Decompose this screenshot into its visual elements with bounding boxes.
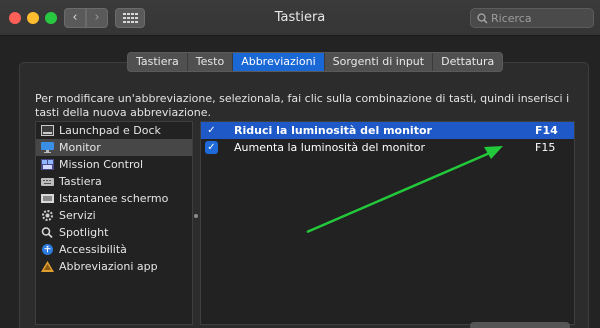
annotation-arrow — [306, 146, 503, 234]
restore-defaults-button[interactable] — [470, 322, 570, 328]
